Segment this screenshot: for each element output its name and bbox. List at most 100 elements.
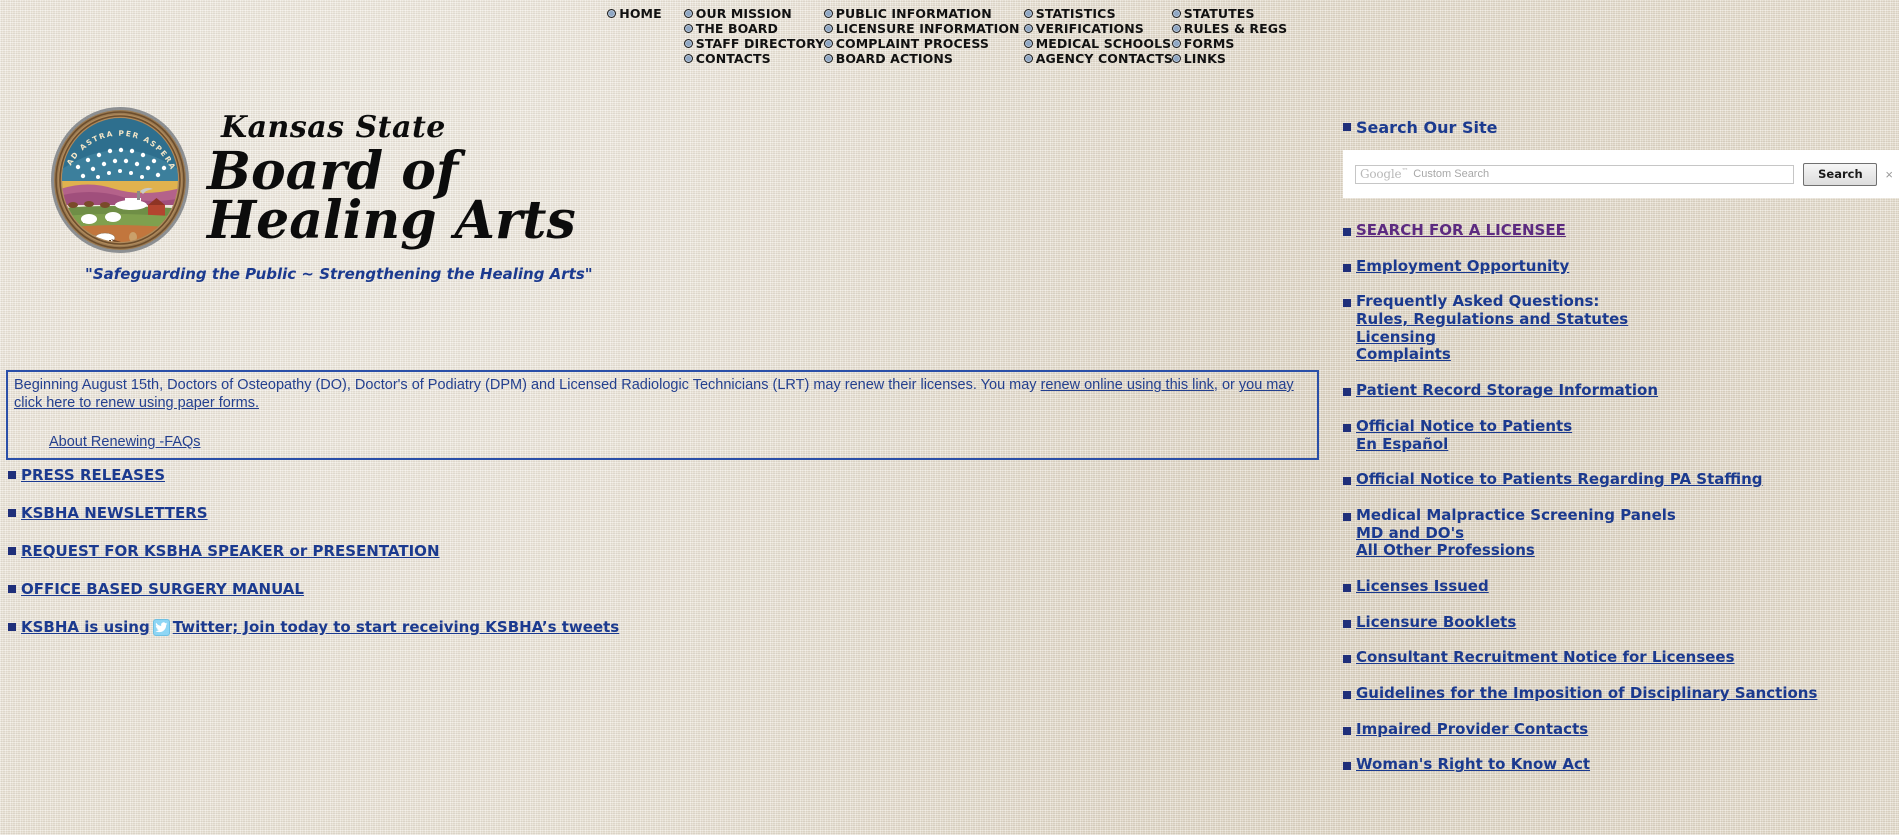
- announcement-text-part2: , or: [1213, 377, 1239, 393]
- right-link-label: Frequently Asked Questions:: [1356, 292, 1600, 311]
- about-renewing-faqs-link[interactable]: About Renewing -FAQs: [49, 434, 201, 450]
- search-our-site-heading: Search Our Site: [1356, 118, 1498, 137]
- nav-item-the-board[interactable]: THE BOARD: [683, 21, 824, 36]
- blue-square-bullet-icon: [8, 585, 16, 593]
- left-link-item[interactable]: OFFICE BASED SURGERY MANUAL: [8, 580, 619, 598]
- renew-online-link[interactable]: renew online using this link: [1041, 377, 1214, 393]
- right-link-label[interactable]: Patient Record Storage Information: [1356, 381, 1658, 400]
- nav-item-public-information[interactable]: PUBLIC INFORMATION: [823, 6, 1024, 21]
- blue-square-bullet-icon: [1343, 423, 1351, 432]
- nav-item-label: LINKS: [1183, 51, 1227, 66]
- left-link-item[interactable]: REQUEST FOR KSBHA SPEAKER or PRESENTATIO…: [8, 542, 619, 560]
- nav-item-label: MEDICAL SCHOOLS: [1035, 36, 1172, 51]
- nav-item-agency-contacts[interactable]: AGENCY CONTACTS: [1023, 51, 1173, 66]
- twitter-suffix-label[interactable]: Twitter; Join today to start receiving K…: [173, 618, 620, 636]
- right-link-group: Guidelines for the Imposition of Discipl…: [1343, 684, 1899, 703]
- right-link-row[interactable]: Employment Opportunity: [1343, 257, 1899, 276]
- right-sublink[interactable]: En Español: [1356, 435, 1899, 454]
- nav-item-our-mission[interactable]: OUR MISSION: [683, 6, 824, 21]
- nav-columns: HOME OUR MISSION THE BOARD STAFF DIRECTORY C…: [607, 6, 1291, 66]
- search-input[interactable]: Google™ Custom Search: [1355, 164, 1795, 184]
- left-link-item[interactable]: KSBHA NEWSLETTERS: [8, 504, 619, 522]
- radio-bullet-icon: [823, 9, 833, 18]
- radio-bullet-icon: [823, 54, 833, 63]
- blue-square-bullet-icon: [8, 547, 16, 555]
- right-link-label[interactable]: Official Notice to Patients Regarding PA…: [1356, 470, 1763, 489]
- search-heading-row: Search Our Site: [1343, 118, 1899, 137]
- nav-item-staff-directory[interactable]: STAFF DIRECTORY: [683, 36, 824, 51]
- right-sublink-list: MD and DO's All Other Professions: [1356, 524, 1899, 560]
- blue-square-bullet-icon: [1343, 123, 1351, 131]
- radio-bullet-icon: [1171, 9, 1181, 18]
- site-tagline: "Safeguarding the Public ~ Strengthening…: [85, 265, 593, 283]
- right-sublink[interactable]: Complaints: [1356, 346, 1899, 364]
- nav-item-links[interactable]: LINKS: [1171, 51, 1292, 66]
- nav-item-statistics[interactable]: STATISTICS: [1023, 6, 1172, 21]
- right-link-label: Medical Malpractice Screening Panels: [1356, 505, 1676, 524]
- nav-item-label: OUR MISSION: [695, 6, 792, 21]
- radio-bullet-icon: [683, 24, 693, 33]
- nav-item-licensure-information[interactable]: LICENSURE INFORMATION: [823, 21, 1024, 36]
- left-link-label[interactable]: KSBHA NEWSLETTERS: [21, 504, 208, 522]
- nav-item-label: THE BOARD: [695, 21, 779, 36]
- right-link-label[interactable]: Impaired Provider Contacts: [1356, 720, 1588, 739]
- right-link-group: Frequently Asked Questions: Rules, Regula…: [1343, 293, 1899, 364]
- right-link-label[interactable]: Consultant Recruitment Notice for Licens…: [1356, 649, 1735, 667]
- left-link-items: PRESS RELEASES KSBHA NEWSLETTERS REQUEST F…: [8, 466, 619, 598]
- twitter-prefix-label[interactable]: KSBHA is using: [21, 618, 150, 636]
- right-link-row[interactable]: SEARCH FOR A LICENSEE: [1343, 221, 1899, 240]
- left-link-item[interactable]: PRESS RELEASES: [8, 466, 619, 484]
- nav-item-home[interactable]: HOME: [607, 6, 662, 21]
- nav-item-board-actions[interactable]: BOARD ACTIONS: [823, 51, 1024, 66]
- blue-square-bullet-icon: [1343, 762, 1351, 771]
- right-link-label[interactable]: SEARCH FOR A LICENSEE: [1356, 221, 1566, 240]
- nav-item-medical-schools[interactable]: MEDICAL SCHOOLS: [1023, 36, 1172, 51]
- left-link-label[interactable]: OFFICE BASED SURGERY MANUAL: [21, 580, 304, 598]
- nav-item-contacts[interactable]: CONTACTS: [683, 51, 824, 66]
- right-link-row[interactable]: Impaired Provider Contacts: [1343, 720, 1899, 739]
- nav-item-label: FORMS: [1183, 36, 1235, 51]
- right-link-label[interactable]: Licenses Issued: [1356, 577, 1489, 596]
- nav-item-complaint-process[interactable]: COMPLAINT PROCESS: [823, 36, 1024, 51]
- right-link-group: Patient Record Storage Information: [1343, 381, 1899, 400]
- right-link-group: Employment Opportunity: [1343, 257, 1899, 276]
- search-button[interactable]: Search: [1803, 162, 1878, 186]
- right-link-row[interactable]: Guidelines for the Imposition of Discipl…: [1343, 684, 1899, 703]
- right-link-group: Official Notice to Patients En Español: [1343, 417, 1899, 454]
- nav-item-forms[interactable]: FORMS: [1171, 36, 1292, 51]
- nav-item-label: AGENCY CONTACTS: [1035, 51, 1173, 66]
- right-sublink[interactable]: All Other Professions: [1356, 542, 1899, 560]
- nav-item-rules-regs[interactable]: RULES & REGS: [1171, 21, 1292, 36]
- right-sublink[interactable]: MD and DO's: [1356, 524, 1899, 543]
- nav-item-verifications[interactable]: VERIFICATIONS: [1023, 21, 1172, 36]
- left-link-label[interactable]: PRESS RELEASES: [21, 466, 165, 484]
- nav-item-label: HOME: [619, 6, 662, 21]
- right-sublink[interactable]: Licensing: [1356, 328, 1899, 347]
- right-sublink[interactable]: Rules, Regulations and Statutes: [1356, 310, 1899, 329]
- right-sublink-list: En Español: [1356, 435, 1899, 454]
- right-link-label[interactable]: Licensure Booklets: [1356, 613, 1516, 632]
- right-link-row[interactable]: Licensure Booklets: [1343, 613, 1899, 632]
- right-link-row[interactable]: Patient Record Storage Information: [1343, 381, 1899, 400]
- right-link-row: Frequently Asked Questions:: [1343, 293, 1899, 311]
- right-link-row[interactable]: Woman's Right to Know Act: [1343, 756, 1899, 774]
- right-link-label[interactable]: Official Notice to Patients: [1356, 417, 1572, 436]
- right-link-row[interactable]: Consultant Recruitment Notice for Licens…: [1343, 649, 1899, 667]
- right-link-row[interactable]: Official Notice to Patients Regarding PA…: [1343, 470, 1899, 489]
- announcement-text: Beginning August 15th, Doctors of Osteop…: [14, 377, 1311, 412]
- left-link-label[interactable]: REQUEST FOR KSBHA SPEAKER or PRESENTATIO…: [21, 542, 440, 560]
- right-link-label[interactable]: Woman's Right to Know Act: [1356, 756, 1590, 774]
- twitter-bird-icon[interactable]: [152, 618, 170, 636]
- right-link-label[interactable]: Employment Opportunity: [1356, 257, 1569, 276]
- right-link-row[interactable]: Official Notice to Patients: [1343, 417, 1899, 436]
- twitter-link-row[interactable]: KSBHA is using Twitter; Join today to st…: [8, 618, 619, 636]
- blue-square-bullet-icon: [1343, 583, 1351, 592]
- announcement-text-part1: Beginning August 15th, Doctors of Osteop…: [14, 377, 1041, 393]
- right-link-label[interactable]: Guidelines for the Imposition of Discipl…: [1356, 684, 1817, 703]
- blue-square-bullet-icon: [1343, 388, 1351, 397]
- radio-bullet-icon: [1171, 24, 1181, 33]
- right-link-row[interactable]: Licenses Issued: [1343, 577, 1899, 596]
- nav-item-statutes[interactable]: STATUTES: [1171, 6, 1292, 21]
- close-icon[interactable]: ×: [1885, 167, 1893, 182]
- radio-bullet-icon: [683, 54, 693, 63]
